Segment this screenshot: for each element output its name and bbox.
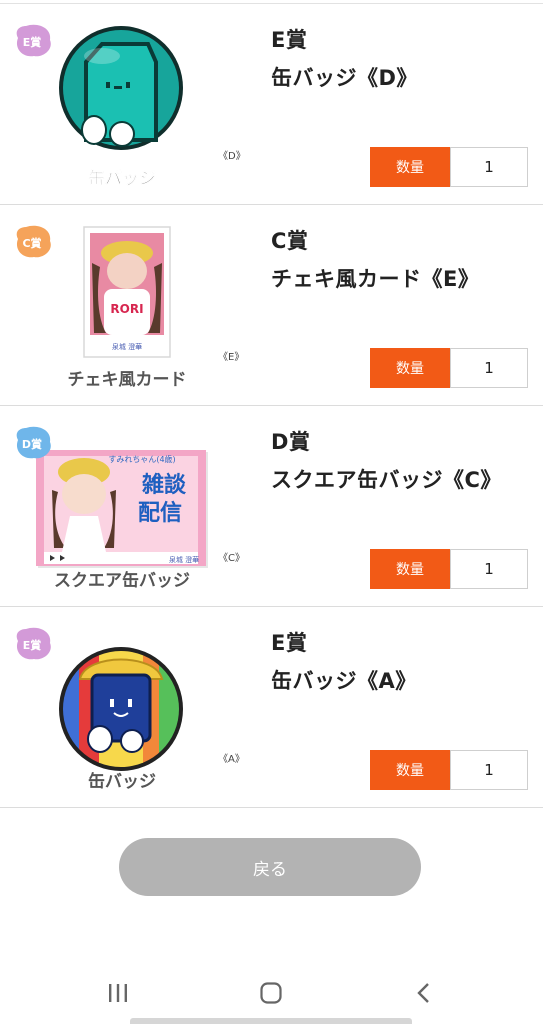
svg-text:すみれちゃん(4歳): すみれちゃん(4歳): [108, 454, 175, 464]
prize-rank: D賞: [271, 430, 311, 454]
thumbnail-code: 《A》: [218, 754, 245, 765]
list-item: E賞 缶バッジ 《A》 E賞 缶バッジ《A》 数量 1: [0, 607, 543, 808]
product-name: チェキ風カード《E》: [271, 267, 480, 291]
quantity-label: 数量: [370, 750, 450, 790]
svg-text:D賞: D賞: [22, 437, 42, 451]
quantity-field[interactable]: 1: [450, 750, 528, 790]
quantity-label: 数量: [370, 348, 450, 388]
back-icon[interactable]: [404, 978, 444, 1008]
product-name: 缶バッジ《A》: [271, 669, 417, 693]
thumbnail-code: 《C》: [218, 553, 245, 564]
quantity-field[interactable]: 1: [450, 348, 528, 388]
back-button[interactable]: 戻る: [119, 838, 421, 896]
quantity-field[interactable]: 1: [450, 549, 528, 589]
quantity-field[interactable]: 1: [450, 147, 528, 187]
quantity-label: 数量: [370, 147, 450, 187]
svg-text:E賞: E賞: [23, 638, 42, 652]
svg-text:泉城 澄華: 泉城 澄華: [169, 555, 199, 564]
svg-text:雑談: 雑談: [141, 472, 187, 498]
svg-text:泉城 澄華: 泉城 澄華: [112, 342, 142, 351]
product-thumbnail: E賞 缶バッジ: [14, 22, 224, 194]
thumbnail-code: 《E》: [218, 352, 245, 363]
svg-text:RORI: RORI: [110, 302, 143, 316]
prize-badge-icon: D賞: [16, 426, 51, 459]
quantity-label: 数量: [370, 549, 450, 589]
product-thumbnail: すみれちゃん(4歳) 雑談 配信 泉城 澄華 D賞 スクエア缶バッジ: [14, 424, 224, 596]
svg-text:E賞: E賞: [23, 35, 42, 49]
prize-rank: E賞: [271, 631, 308, 655]
svg-text:スクエア缶バッジ: スクエア缶バッジ: [54, 570, 190, 591]
svg-text:配信: 配信: [138, 500, 182, 526]
thumbnail-code: 《D》: [218, 151, 246, 162]
prize-badge-icon: E賞: [16, 627, 51, 660]
svg-text:チェキ風カード: チェキ風カード: [68, 370, 187, 390]
android-nav-bar: [0, 960, 543, 1024]
prize-badge-icon: E賞: [16, 24, 51, 57]
list-item: C賞 RORI 泉城 澄華 チェキ風カード 《E》 C賞 チェキ風カード《E》 …: [0, 205, 543, 406]
svg-text:缶バッジ: 缶バッジ: [88, 771, 156, 792]
product-thumbnail: C賞 RORI 泉城 澄華 チェキ風カード: [14, 223, 224, 395]
list-item: すみれちゃん(4歳) 雑談 配信 泉城 澄華 D賞 スクエア缶バッジ 《C》 D…: [0, 406, 543, 607]
gesture-bar: [130, 1018, 412, 1024]
prize-rank: C賞: [271, 229, 309, 253]
svg-text:缶バッジ: 缶バッジ: [88, 168, 156, 189]
prize-rank: E賞: [271, 28, 308, 52]
list-item: E賞 缶バッジ 《D》 E賞 缶バッジ《D》 数量 1: [0, 4, 543, 205]
home-icon[interactable]: [251, 978, 291, 1008]
product-name: スクエア缶バッジ《C》: [271, 468, 502, 492]
prize-badge-icon: C賞: [16, 225, 51, 258]
product-name: 缶バッジ《D》: [271, 66, 418, 90]
product-thumbnail: E賞 缶バッジ: [14, 625, 224, 797]
svg-text:C賞: C賞: [22, 236, 41, 250]
recents-icon[interactable]: [98, 978, 138, 1008]
